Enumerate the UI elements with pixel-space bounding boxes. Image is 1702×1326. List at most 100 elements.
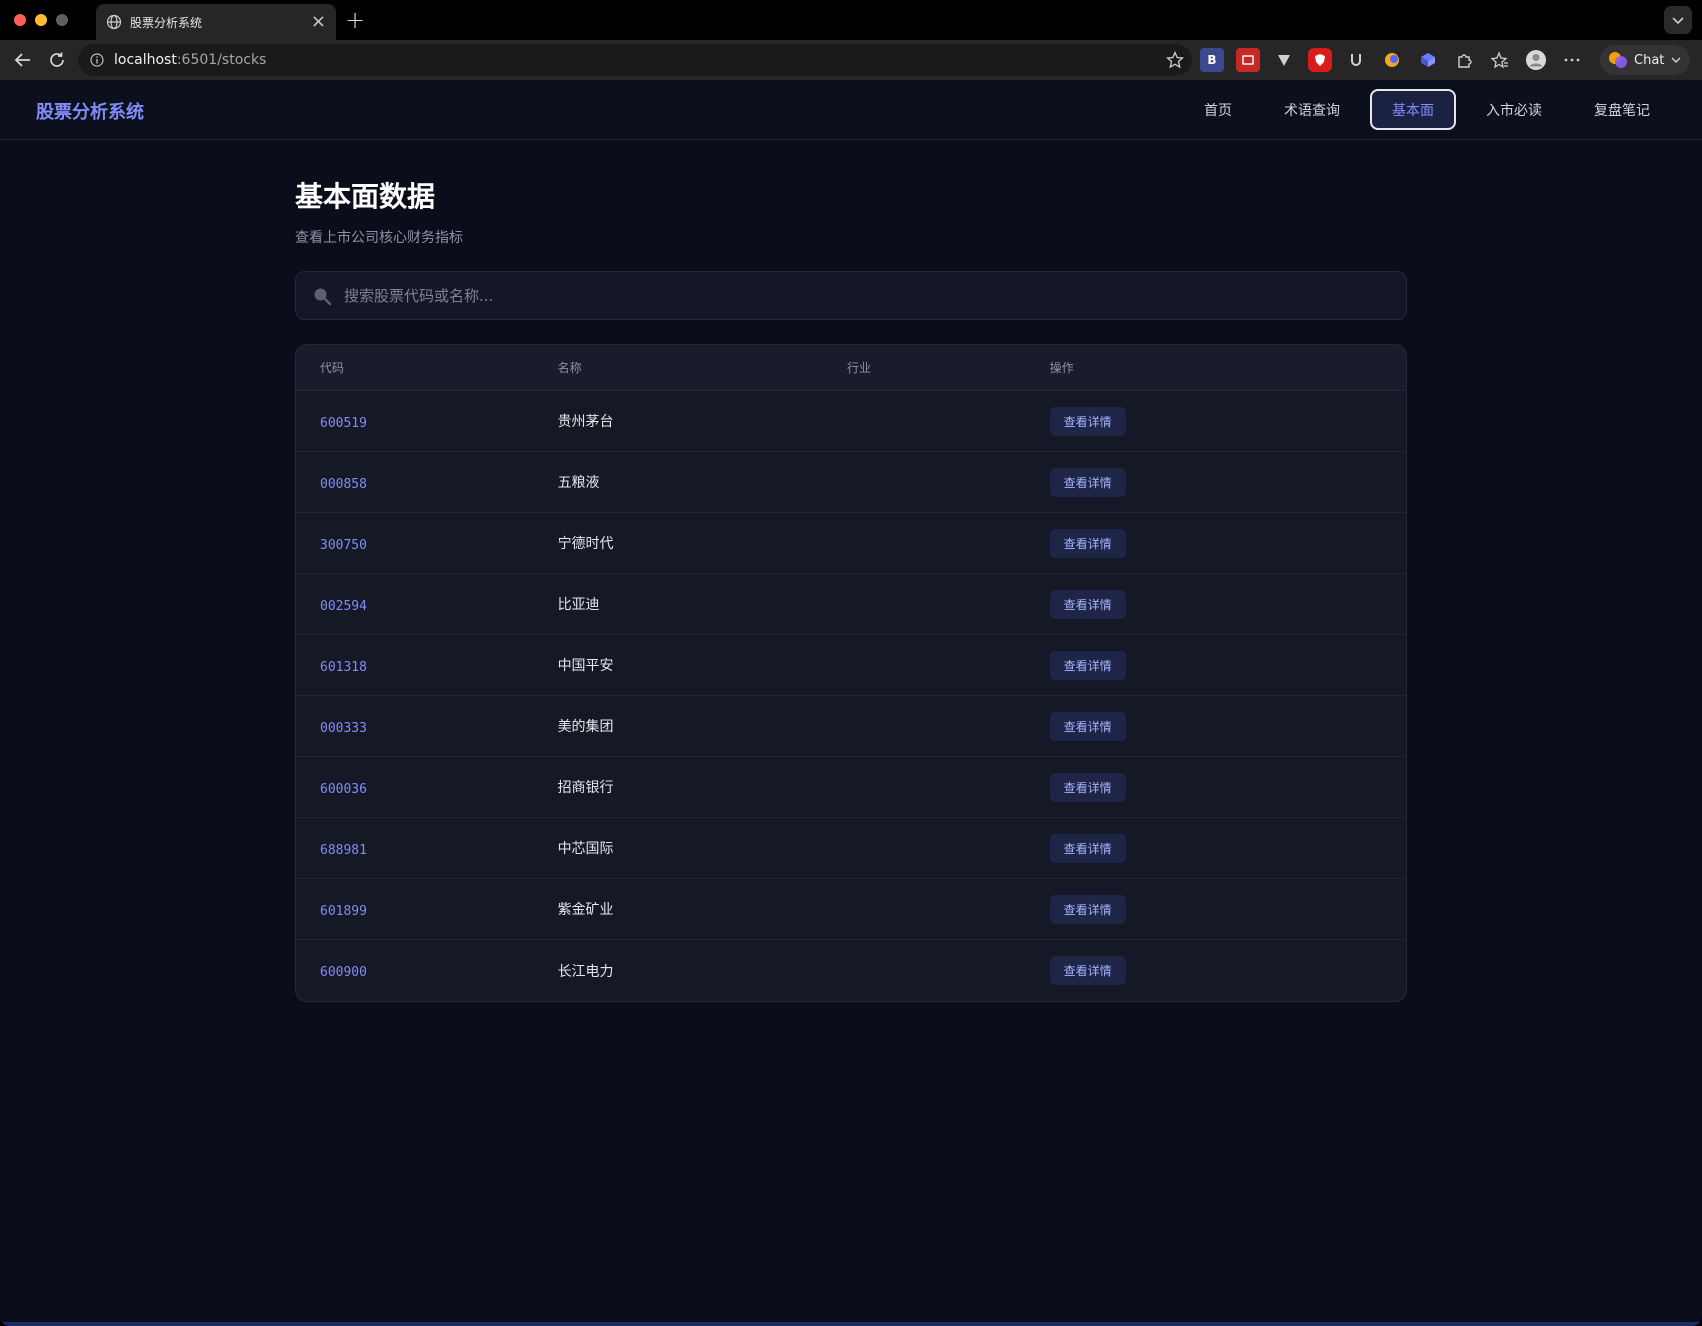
maximize-window-button[interactable] xyxy=(56,14,68,26)
table-row: 601899 紫金矿业 查看详情 xyxy=(296,879,1406,940)
search-input[interactable] xyxy=(344,286,1390,305)
stock-code: 000333 xyxy=(320,720,367,736)
stock-name: 长江电力 xyxy=(557,963,614,980)
bookmark-star-icon[interactable] xyxy=(1166,51,1184,69)
app-header: 股票分析系统 首页 术语查询 基本面 入市必读 复盘笔记 xyxy=(0,80,1702,140)
browser-window: 股票分析系统 × + localhost:6501/stocks B Chat… xyxy=(0,0,1702,1326)
extension-magnet-icon[interactable] xyxy=(1344,48,1368,72)
view-detail-button[interactable]: 查看详情 xyxy=(1049,833,1126,863)
stock-name: 五粮液 xyxy=(557,475,600,491)
view-detail-button[interactable]: 查看详情 xyxy=(1049,894,1126,924)
table-row: 601318 中国平安 查看详情 xyxy=(296,635,1406,696)
magnet-icon xyxy=(1351,54,1361,66)
stock-name: 宁德时代 xyxy=(557,536,614,552)
view-detail-button[interactable]: 查看详情 xyxy=(1049,467,1126,497)
url-host: localhost xyxy=(114,52,177,68)
view-detail-button[interactable]: 查看详情 xyxy=(1049,528,1126,558)
stock-code: 002594 xyxy=(320,598,367,614)
main-content: 基本面数据 查看上市公司核心财务指标 代码 名称 行业 操作 600519 贵州… xyxy=(295,175,1407,1002)
stock-code: 600900 xyxy=(320,965,367,980)
browser-toolbar: localhost:6501/stocks B Chat xyxy=(0,40,1702,80)
view-detail-button[interactable]: 查看详情 xyxy=(1049,406,1126,436)
page-title: 基本面数据 xyxy=(295,180,436,213)
cube-icon xyxy=(1421,53,1435,67)
shield-icon xyxy=(1315,54,1325,66)
table-row: 000858 五粮液 查看详情 xyxy=(296,452,1406,513)
stock-code: 601899 xyxy=(320,903,367,919)
nav-home[interactable]: 首页 xyxy=(1182,89,1254,130)
nav-review-notes[interactable]: 复盘笔记 xyxy=(1572,89,1672,130)
view-detail-button[interactable]: 查看详情 xyxy=(1049,956,1126,985)
tab-strip: 股票分析系统 × + xyxy=(0,0,1702,40)
stock-code: 601318 xyxy=(320,659,367,675)
profile-button[interactable] xyxy=(1524,48,1548,72)
extension-v-icon[interactable] xyxy=(1272,48,1296,72)
view-detail-button[interactable]: 查看详情 xyxy=(1049,650,1126,680)
puzzle-icon xyxy=(1458,54,1472,68)
arrow-left-icon xyxy=(14,53,30,67)
extension-red-icon[interactable] xyxy=(1236,48,1260,72)
bottom-edge xyxy=(0,1322,1702,1326)
main-nav: 首页 术语查询 基本面 入市必读 复盘笔记 xyxy=(1182,89,1672,130)
search-icon xyxy=(314,288,332,305)
stock-code: 300750 xyxy=(320,537,367,553)
nav-beginner-guide[interactable]: 入市必读 xyxy=(1464,89,1564,130)
header-code: 代码 xyxy=(320,361,345,375)
stock-name: 招商银行 xyxy=(557,780,614,796)
more-menu-button[interactable] xyxy=(1560,48,1584,72)
address-bar[interactable]: localhost:6501/stocks xyxy=(78,44,1192,76)
stock-code: 600036 xyxy=(320,781,367,797)
stocks-table: 代码 名称 行业 操作 600519 贵州茅台 查看详情 000858 五粮液 … xyxy=(295,344,1407,1002)
chat-label: Chat xyxy=(1634,52,1665,68)
chevron-down-icon xyxy=(1671,57,1681,64)
extensions-puzzle-button[interactable] xyxy=(1452,48,1476,72)
window-controls xyxy=(14,14,68,26)
extensions-row: B xyxy=(1200,48,1584,72)
table-row: 688981 中芯国际 查看详情 xyxy=(296,818,1406,879)
table-row: 600036 招商银行 查看详情 xyxy=(296,757,1406,818)
view-detail-button[interactable]: 查看详情 xyxy=(1049,589,1126,619)
view-detail-button[interactable]: 查看详情 xyxy=(1049,711,1126,741)
back-button[interactable] xyxy=(12,49,34,71)
chat-button[interactable]: Chat xyxy=(1600,45,1691,75)
table-row: 300750 宁德时代 查看详情 xyxy=(296,513,1406,574)
favorites-star-icon xyxy=(1491,51,1508,69)
more-dots-icon xyxy=(1564,58,1580,62)
browser-tab[interactable]: 股票分析系统 × xyxy=(96,4,336,40)
minimize-window-button[interactable] xyxy=(35,14,47,26)
stock-name: 贵州茅台 xyxy=(557,414,614,430)
nav-fundamentals[interactable]: 基本面 xyxy=(1370,89,1456,130)
stock-name: 比亚迪 xyxy=(557,597,600,613)
close-window-button[interactable] xyxy=(14,14,26,26)
reload-button[interactable] xyxy=(46,49,68,71)
new-tab-button[interactable]: + xyxy=(345,6,365,34)
url-path: :6501/stocks xyxy=(176,52,267,68)
reload-icon xyxy=(50,52,64,67)
favorites-button[interactable] xyxy=(1488,48,1512,72)
search-box xyxy=(295,271,1407,320)
circle-logo-icon xyxy=(1385,53,1399,67)
extension-cube-icon[interactable] xyxy=(1416,48,1440,72)
extension-b-icon[interactable]: B xyxy=(1200,48,1224,72)
view-detail-button[interactable]: 查看详情 xyxy=(1049,772,1126,802)
extension-circle-icon[interactable] xyxy=(1380,48,1404,72)
info-icon[interactable] xyxy=(90,53,104,67)
table-row: 600900 长江电力 查看详情 xyxy=(296,940,1406,1001)
chevron-down-icon xyxy=(1672,17,1684,25)
page-subtitle: 查看上市公司核心财务指标 xyxy=(295,230,463,246)
tab-title: 股票分析系统 xyxy=(130,15,203,30)
globe-icon xyxy=(106,14,122,30)
stock-name: 中芯国际 xyxy=(557,841,614,857)
stock-code: 688981 xyxy=(320,842,367,858)
stock-name: 中国平安 xyxy=(557,658,614,674)
header-action: 操作 xyxy=(1049,361,1074,375)
stock-code: 600519 xyxy=(320,415,367,431)
header-name: 名称 xyxy=(557,361,582,375)
box-icon xyxy=(1242,55,1254,65)
extension-shield-icon[interactable] xyxy=(1308,48,1332,72)
brand-logo[interactable]: 股票分析系统 xyxy=(36,98,144,124)
tab-search-button[interactable] xyxy=(1664,6,1692,34)
nav-glossary[interactable]: 术语查询 xyxy=(1262,89,1362,130)
header-industry: 行业 xyxy=(847,361,872,375)
close-tab-icon[interactable]: × xyxy=(311,13,326,31)
